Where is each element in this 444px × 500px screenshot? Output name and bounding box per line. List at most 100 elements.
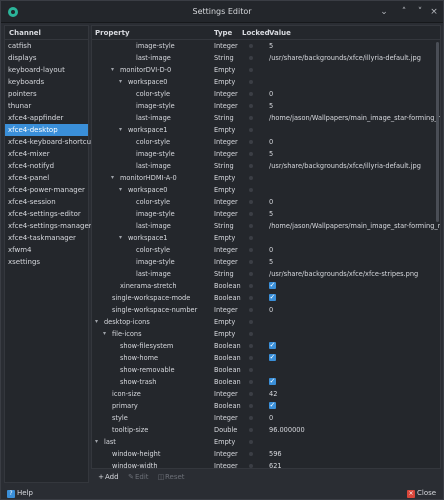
property-value[interactable]: 596 (269, 448, 282, 460)
value-checkbox[interactable] (269, 279, 276, 291)
property-row[interactable]: color-style Integer 0 (92, 136, 440, 148)
property-value[interactable]: 96.000000 (269, 424, 305, 436)
channel-item[interactable]: displays (5, 52, 88, 64)
property-value[interactable]: /usr/share/backgrounds/xfce/xfce-stripes… (269, 268, 418, 280)
reset-button[interactable]: ◫Reset (157, 471, 185, 483)
property-row[interactable]: image-style Integer 5 (92, 40, 440, 52)
property-value[interactable]: 5 (269, 256, 273, 268)
expander-arrow-icon[interactable]: ▾ (111, 64, 114, 76)
channel-item[interactable]: xfce4-session (5, 196, 88, 208)
value-checkbox[interactable] (269, 291, 276, 303)
property-row[interactable]: color-style Integer 0 (92, 244, 440, 256)
channel-item[interactable]: catfish (5, 40, 88, 52)
channel-item[interactable]: keyboard-layout (5, 64, 88, 76)
close-icon[interactable]: × (427, 5, 441, 19)
property-row[interactable]: xinerama-stretch Boolean (92, 279, 440, 292)
property-value[interactable]: 0 (269, 136, 273, 148)
channel-item[interactable]: thunar (5, 100, 88, 112)
channel-item[interactable]: xfce4-settings-manager (5, 220, 92, 232)
value-checkbox[interactable] (269, 351, 276, 363)
property-row[interactable]: style Integer 0 (92, 412, 440, 424)
property-row[interactable]: image-style Integer 5 (92, 208, 440, 220)
property-value[interactable]: 621 (269, 460, 282, 468)
channel-item[interactable]: xfce4-panel (5, 172, 88, 184)
minimize-icon[interactable]: ˅ (413, 5, 427, 19)
value-checkbox[interactable] (269, 399, 276, 411)
property-value[interactable]: /usr/share/backgrounds/xfce/illyria-defa… (269, 52, 421, 64)
property-value[interactable]: /home/jason/Wallpapers/main_image_star-f… (269, 112, 440, 124)
property-value[interactable]: 0 (269, 88, 273, 100)
channel-item[interactable]: xfce4-notifyd (5, 160, 88, 172)
property-row[interactable]: ▾ monitorDVI-D-0 Empty (92, 64, 440, 76)
channel-item[interactable]: xfce4-taskmanager (5, 232, 88, 244)
property-row[interactable]: icon-size Integer 42 (92, 388, 440, 400)
property-row[interactable]: ▾ workspace1 Empty (92, 124, 440, 136)
property-row[interactable]: show-trash Boolean (92, 375, 440, 388)
property-row[interactable]: ▾ workspace0 Empty (92, 76, 440, 88)
property-tree[interactable]: Property Type Locked Value image-style In… (91, 25, 441, 469)
property-row[interactable]: primary Boolean (92, 399, 440, 412)
expander-arrow-icon[interactable]: ▾ (119, 232, 122, 244)
locked-column-header[interactable]: Locked (242, 26, 270, 40)
property-row[interactable]: single-workspace-mode Boolean (92, 291, 440, 304)
channel-item[interactable]: xfwm4 (5, 244, 88, 256)
channel-item[interactable]: xfce4-appfinder (5, 112, 88, 124)
property-row[interactable]: tooltip-size Double 96.000000 (92, 424, 440, 436)
value-checkbox[interactable] (269, 375, 276, 387)
property-row[interactable]: single-workspace-number Integer 0 (92, 304, 440, 316)
property-value[interactable]: 5 (269, 40, 273, 52)
property-value[interactable]: 5 (269, 208, 273, 220)
add-button[interactable]: +Add (97, 471, 119, 483)
expander-arrow-icon[interactable]: ▾ (119, 184, 122, 196)
menu-chevron-icon[interactable]: ⌄ (377, 5, 391, 19)
expander-arrow-icon[interactable]: ▾ (119, 124, 122, 136)
expander-arrow-icon[interactable]: ▾ (103, 328, 106, 340)
close-button[interactable]: × Close (407, 488, 436, 499)
property-row[interactable]: ▾ monitorHDMI-A-0 Empty (92, 172, 440, 184)
property-row[interactable]: ▾ workspace1 Empty (92, 232, 440, 244)
property-value[interactable]: 5 (269, 148, 273, 160)
channel-item[interactable]: xfce4-desktop (5, 124, 88, 136)
channel-item[interactable]: xfce4-power-manager (5, 184, 88, 196)
property-row[interactable]: color-style Integer 0 (92, 88, 440, 100)
property-value[interactable]: 0 (269, 304, 273, 316)
property-value[interactable]: 5 (269, 100, 273, 112)
property-row[interactable]: ▾ file-icons Empty (92, 328, 440, 340)
property-row[interactable]: last-image String/home/jason/Wallpapers/m… (92, 220, 440, 232)
stick-chevron-icon[interactable]: ˄ (397, 5, 411, 19)
property-row[interactable]: last-image String/usr/share/backgrounds/x… (92, 268, 440, 280)
expander-arrow-icon[interactable]: ▾ (111, 172, 114, 184)
property-row[interactable]: image-style Integer 5 (92, 256, 440, 268)
property-row[interactable]: image-style Integer 5 (92, 100, 440, 112)
expander-arrow-icon[interactable]: ▾ (119, 76, 122, 88)
channel-item[interactable]: pointers (5, 88, 88, 100)
expander-arrow-icon[interactable]: ▾ (95, 316, 98, 328)
channel-item[interactable]: keyboards (5, 76, 88, 88)
property-row[interactable]: window-width Integer 621 (92, 460, 440, 468)
property-value[interactable]: 0 (269, 412, 273, 424)
property-row[interactable]: show-filesystem Boolean (92, 339, 440, 352)
vertical-scrollbar[interactable] (436, 42, 439, 222)
property-row[interactable]: last-image String/home/jason/Wallpapers/m… (92, 112, 440, 124)
property-row[interactable]: ▾ workspace0 Empty (92, 184, 440, 196)
channel-item[interactable]: xfce4-mixer (5, 148, 88, 160)
channel-item[interactable]: xsettings (5, 256, 88, 268)
channel-item[interactable]: xfce4-keyboard-shortcuts (5, 136, 97, 148)
property-row[interactable]: image-style Integer 5 (92, 148, 440, 160)
help-button[interactable]: ? Help (7, 488, 33, 499)
value-checkbox[interactable] (269, 339, 276, 351)
channel-header[interactable]: Channel (5, 26, 88, 40)
type-column-header[interactable]: Type (214, 26, 232, 40)
property-row[interactable]: show-home Boolean (92, 351, 440, 364)
property-value[interactable]: 0 (269, 244, 273, 256)
value-column-header[interactable]: Value (269, 26, 291, 40)
channel-item[interactable]: xfce4-settings-editor (5, 208, 88, 220)
property-row[interactable]: ▾ last Empty (92, 436, 440, 448)
channel-list[interactable]: Channel catfish displays keyboard-layout ke… (4, 25, 97, 483)
property-row[interactable]: show-removable Boolean (92, 364, 440, 376)
property-row[interactable]: window-height Integer 596 (92, 448, 440, 460)
property-value[interactable]: 0 (269, 196, 273, 208)
property-row[interactable]: color-style Integer 0 (92, 196, 440, 208)
property-row[interactable]: last-image String/usr/share/backgrounds/x… (92, 52, 440, 64)
property-row[interactable]: last-image String/usr/share/backgrounds/x… (92, 160, 440, 172)
